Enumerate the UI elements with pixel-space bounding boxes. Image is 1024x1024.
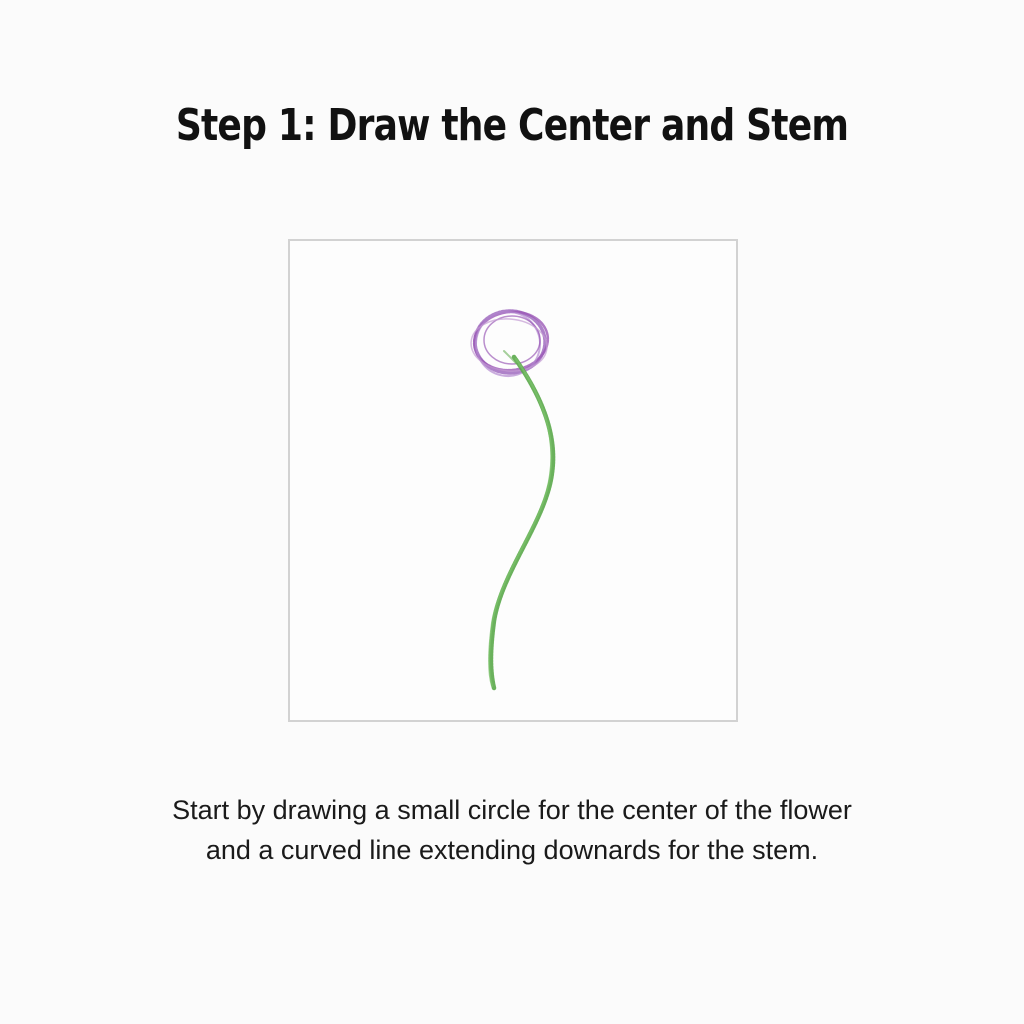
caption-line-1: Start by drawing a small circle for the …: [172, 795, 852, 825]
stem-line: [488, 350, 556, 691]
drawing-frame: [288, 239, 738, 722]
tutorial-page: Step 1: Draw the Center and Stem Start b…: [0, 0, 1024, 1024]
caption-line-2: and a curved line extending downards for…: [205, 835, 819, 865]
step-description: Start by drawing a small circle for the …: [100, 790, 924, 870]
flower-center-circle: [470, 309, 550, 377]
step-title: Step 1: Draw the Center and Stem: [175, 100, 849, 151]
flower-sketch: [470, 309, 556, 691]
